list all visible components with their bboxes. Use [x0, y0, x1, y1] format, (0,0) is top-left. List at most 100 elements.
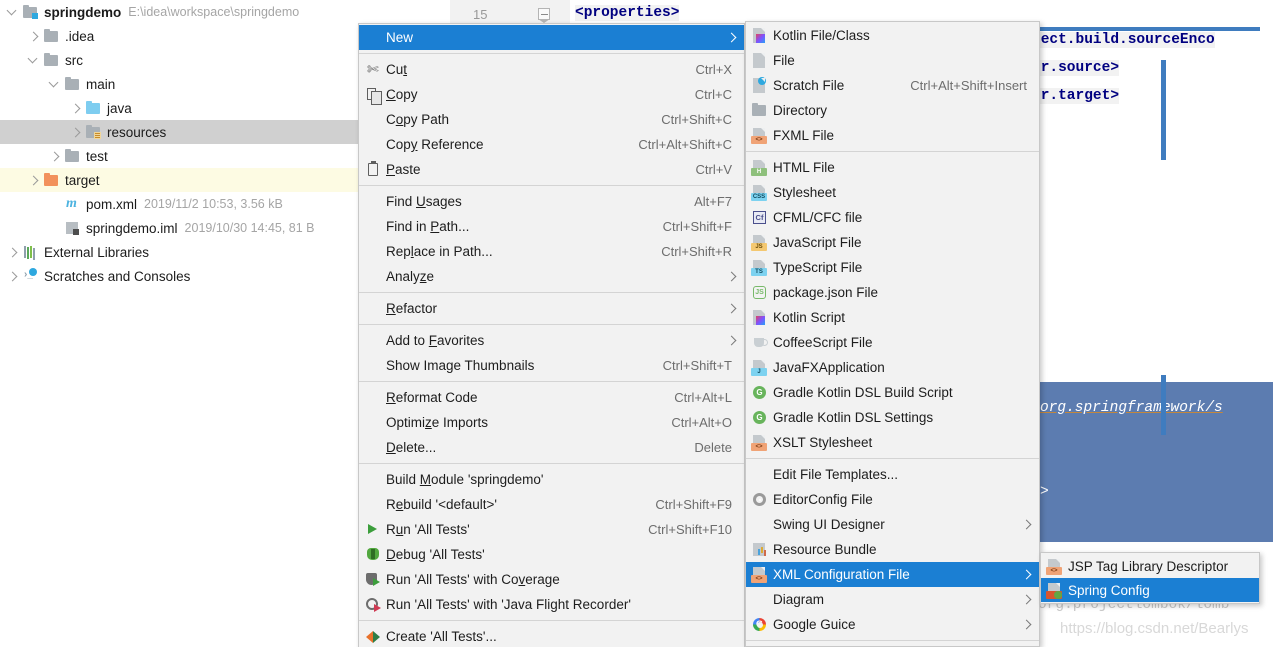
xml-configuration-file-submenu[interactable]: <> JSP Tag Library Descriptor Spring Confi… [1040, 552, 1260, 604]
tree-row-main[interactable]: main [0, 72, 360, 96]
menu-item-google-guice[interactable]: G Google Guice [746, 612, 1039, 637]
menu-item-fxml-file[interactable]: <> FXML File [746, 123, 1039, 148]
menu-item-coffeescript-file[interactable]: CoffeeScript File [746, 330, 1039, 355]
tree-row-test[interactable]: test [0, 144, 360, 168]
menu-item-spring-config[interactable]: Spring Config [1041, 578, 1259, 602]
chevron-right-icon[interactable] [27, 30, 40, 43]
menu-item-analyze[interactable]: Analyze [359, 264, 744, 289]
coffeescript-icon [751, 334, 769, 351]
menu-item-replace-in-path[interactable]: Replace in Path... Ctrl+Shift+R [359, 239, 744, 264]
project-tree-panel[interactable]: springdemo E:\idea\workspace\springdemo .i… [0, 0, 360, 647]
menu-item-directory[interactable]: Directory [746, 98, 1039, 123]
menu-item-copy[interactable]: Copy Ctrl+C [359, 82, 744, 107]
menu-item-xml-configuration-file[interactable]: <> XML Configuration File [746, 562, 1039, 587]
menu-item-file[interactable]: File [746, 48, 1039, 73]
menu-item-debug-all-tests[interactable]: Debug 'All Tests' [359, 542, 744, 567]
chevron-right-icon[interactable] [6, 246, 19, 259]
menu-item-optimize-imports[interactable]: Optimize Imports Ctrl+Alt+O [359, 410, 744, 435]
tree-row-scratches-and-consoles[interactable]: ›_ Scratches and Consoles [0, 264, 360, 288]
menu-item-diagram[interactable]: Diagram [746, 587, 1039, 612]
menu-item-package-json-file[interactable]: JS package.json File [746, 280, 1039, 305]
tree-row-resources[interactable]: resources [0, 120, 360, 144]
module-folder-icon [22, 4, 39, 20]
menu-item-show-image-thumbnails[interactable]: Show Image Thumbnails Ctrl+Shift+T [359, 353, 744, 378]
cfml-file-icon: Cf [751, 209, 769, 226]
menu-item-html-file[interactable]: H HTML File [746, 155, 1039, 180]
tree-row-target[interactable]: target [0, 168, 360, 192]
menu-item-find-usages[interactable]: Find Usages Alt+F7 [359, 189, 744, 214]
menu-item-shortcut: Ctrl+Shift+F10 [648, 522, 732, 537]
chevron-right-icon[interactable] [69, 126, 82, 139]
menu-item-label: HTML File [773, 160, 835, 175]
menu-item-build-module[interactable]: Build Module 'springdemo' [359, 467, 744, 492]
editor-scrollbar-marker-2[interactable] [1161, 375, 1166, 435]
menu-item-resource-bundle[interactable]: Resource Bundle [746, 537, 1039, 562]
menu-item-javafx-application[interactable]: J JavaFXApplication [746, 355, 1039, 380]
new-submenu[interactable]: Kotlin File/Class File Scratch File Ctrl+Al… [745, 21, 1040, 647]
chevron-down-icon[interactable] [27, 54, 40, 67]
tree-row--idea[interactable]: .idea [0, 24, 360, 48]
menu-item-stylesheet[interactable]: CSS Stylesheet [746, 180, 1039, 205]
menu-item-xslt-stylesheet[interactable]: <> XSLT Stylesheet [746, 430, 1039, 455]
menu-item-no-icon [364, 243, 382, 260]
menu-item-label: Scratch File [773, 78, 845, 93]
iml-module-icon [64, 220, 81, 236]
tree-row-java[interactable]: java [0, 96, 360, 120]
menu-item-swing-ui-designer[interactable]: Swing UI Designer [746, 512, 1039, 537]
menu-item-cut[interactable]: ✄ Cut Ctrl+X [359, 57, 744, 82]
folder-icon [64, 148, 81, 164]
code-fragment-source: er.source> [1032, 60, 1120, 76]
menu-item-no-icon [364, 218, 382, 235]
xslt-file-icon: <> [751, 434, 769, 451]
menu-item-scratch-file[interactable]: Scratch File Ctrl+Alt+Shift+Insert [746, 73, 1039, 98]
menu-item-gradle-kotlin-dsl-build-script[interactable]: G Gradle Kotlin DSL Build Script [746, 380, 1039, 405]
menu-item-delete[interactable]: Delete... Delete [359, 435, 744, 460]
menu-item-rebuild-default[interactable]: Rebuild '<default>' Ctrl+Shift+F9 [359, 492, 744, 517]
flight-recorder-icon [364, 596, 382, 613]
menu-item-cfml-cfc-file[interactable]: Cf CFML/CFC file [746, 205, 1039, 230]
menu-item-editorconfig-file[interactable]: EditorConfig File [746, 487, 1039, 512]
menu-item-run-all-tests-jfr[interactable]: Run 'All Tests' with 'Java Flight Record… [359, 592, 744, 617]
menu-item-find-in-path[interactable]: Find in Path... Ctrl+Shift+F [359, 214, 744, 239]
editor-scrollbar-marker-1[interactable] [1161, 60, 1166, 160]
menu-item-refactor[interactable]: Refactor [359, 296, 744, 321]
chevron-right-icon[interactable] [6, 270, 19, 283]
menu-item-javascript-file[interactable]: JS JavaScript File [746, 230, 1039, 255]
menu-item-kotlin-script[interactable]: Kotlin Script [746, 305, 1039, 330]
menu-item-edit-file-templates[interactable]: Edit File Templates... [746, 462, 1039, 487]
menu-item-new[interactable]: New [359, 25, 744, 50]
chevron-right-icon[interactable] [27, 174, 40, 187]
menu-item-add-to-favorites[interactable]: Add to Favorites [359, 328, 744, 353]
context-menu[interactable]: New ✄ Cut Ctrl+X Copy Ctrl+C Copy Path Ctrl+Shi… [358, 23, 745, 647]
menu-item-paste[interactable]: Paste Ctrl+V [359, 157, 744, 182]
code-fold-toggle[interactable] [538, 8, 550, 23]
chevron-down-icon[interactable] [6, 6, 19, 19]
menu-item-typescript-file[interactable]: TS TypeScript File [746, 255, 1039, 280]
menu-item-kotlin-file-class[interactable]: Kotlin File/Class [746, 23, 1039, 48]
folder-icon [64, 76, 81, 92]
tree-row-springdemo-iml[interactable]: springdemo.iml 2019/10/30 14:45, 81 B [0, 216, 360, 240]
menu-item-run-all-tests-coverage[interactable]: Run 'All Tests' with Coverage [359, 567, 744, 592]
menu-item-jsp-tag-library-descriptor[interactable]: <> JSP Tag Library Descriptor [1041, 554, 1259, 578]
menu-item-label: TypeScript File [773, 260, 863, 275]
tree-row-external-libraries[interactable]: External Libraries [0, 240, 360, 264]
chevron-right-icon[interactable] [69, 102, 82, 115]
tree-row-label: java [107, 100, 132, 116]
chevron-down-icon[interactable] [48, 78, 61, 91]
tree-row-src[interactable]: src [0, 48, 360, 72]
menu-item-create-all-tests[interactable]: Create 'All Tests'... [359, 624, 744, 647]
tree-row-springdemo[interactable]: springdemo E:\idea\workspace\springdemo [0, 0, 360, 24]
menu-item-gradle-kotlin-dsl-settings[interactable]: G Gradle Kotlin DSL Settings [746, 405, 1039, 430]
menu-item-label: Stylesheet [773, 185, 837, 200]
menu-item-label: Debug 'All Tests' [386, 547, 485, 562]
run-icon [364, 521, 382, 538]
menu-item-copy-reference[interactable]: Copy Reference Ctrl+Alt+Shift+C [359, 132, 744, 157]
menu-item-run-all-tests[interactable]: Run 'All Tests' Ctrl+Shift+F10 [359, 517, 744, 542]
tree-row-pom-xml[interactable]: m pom.xml 2019/11/2 10:53, 3.56 kB [0, 192, 360, 216]
tree-row-meta: 2019/11/2 10:53, 3.56 kB [144, 197, 283, 211]
menu-item-shortcut: Ctrl+X [695, 62, 732, 77]
menu-item-copy-path[interactable]: Copy Path Ctrl+Shift+C [359, 107, 744, 132]
menu-item-reformat-code[interactable]: Reformat Code Ctrl+Alt+L [359, 385, 744, 410]
menu-item-no-icon [364, 136, 382, 153]
chevron-right-icon[interactable] [48, 150, 61, 163]
